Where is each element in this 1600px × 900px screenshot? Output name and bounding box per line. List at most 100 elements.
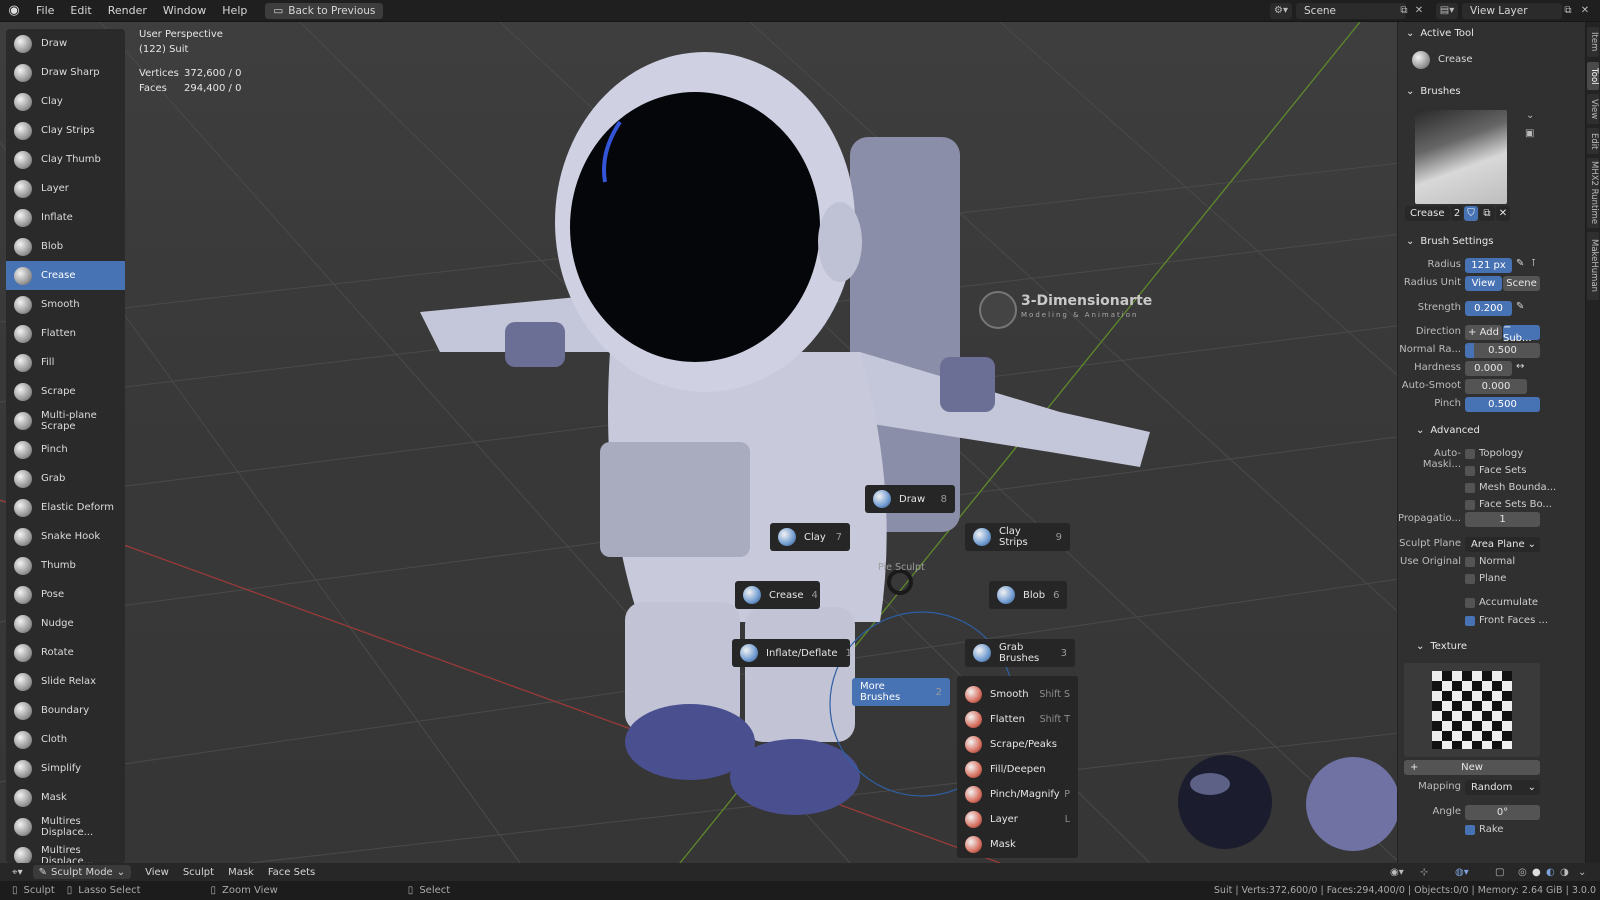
brushes-header[interactable]: ⌄ Brushes — [1398, 80, 1586, 102]
3d-viewport[interactable]: User Perspective (122) Suit Vertices 372… — [0, 22, 1585, 863]
new-scene-icon[interactable]: ⧉ — [1396, 3, 1412, 19]
shading-options-icon[interactable]: ⌄ — [1578, 867, 1586, 878]
texture-preview-frame[interactable] — [1404, 663, 1540, 757]
tool-scrape[interactable]: Scrape — [6, 377, 125, 406]
active-tool-header[interactable]: ⌄ Active Tool — [1398, 22, 1586, 44]
delete-view-layer-icon[interactable]: ✕ — [1578, 3, 1592, 19]
brush-users-count[interactable]: 2 — [1451, 206, 1463, 221]
tool-multires-displace[interactable]: Multires Displace... — [6, 812, 125, 841]
header-menu-face-sets[interactable]: Face Sets — [268, 867, 315, 878]
rendered-shading-icon[interactable]: ◑ — [1560, 867, 1569, 878]
strength-pressure-icon[interactable]: ✎ — [1516, 301, 1524, 312]
tool-layer[interactable]: Layer — [6, 174, 125, 203]
automask-topology-checkbox[interactable] — [1465, 449, 1475, 459]
blender-logo-icon[interactable]: ◉ — [0, 3, 28, 18]
header-menu-mask[interactable]: Mask — [228, 867, 254, 878]
brush-name-field[interactable]: Crease — [1405, 206, 1450, 221]
sidebar-tab-makehuman[interactable]: MakeHuman — [1587, 232, 1599, 300]
propagation-field[interactable]: 1 — [1465, 512, 1540, 527]
automask-mesh-bounda-checkbox[interactable] — [1465, 483, 1475, 493]
pie-item-blob[interactable]: Blob 6 — [989, 581, 1067, 609]
sculpt-plane-dropdown[interactable]: Area Plane ⌄ — [1465, 537, 1540, 552]
tool-clay-thumb[interactable]: Clay Thumb — [6, 145, 125, 174]
tool-multi-plane-scrape[interactable]: Multi-plane Scrape — [6, 406, 125, 435]
submenu-item-smooth[interactable]: Smooth Shift S — [957, 682, 1078, 706]
pie-item-crease[interactable]: Crease 4 — [735, 581, 820, 609]
gizmo-icon[interactable]: ⊹ — [1420, 867, 1428, 878]
pie-item-grab-brushes[interactable]: Grab Brushes 3 — [965, 639, 1075, 667]
pinch-field[interactable]: 0.500 — [1465, 397, 1540, 412]
hardness-invert-icon[interactable]: ↔ — [1516, 361, 1524, 372]
tool-thumb[interactable]: Thumb — [6, 551, 125, 580]
header-menu-sculpt[interactable]: Sculpt — [183, 867, 214, 878]
scene-type-icon[interactable]: ⚙▾ — [1270, 3, 1292, 19]
tool-pose[interactable]: Pose — [6, 580, 125, 609]
menu-file[interactable]: File — [28, 4, 62, 17]
front-faces-checkbox[interactable] — [1465, 616, 1475, 626]
menu-window[interactable]: Window — [155, 4, 214, 17]
menu-help[interactable]: Help — [214, 4, 255, 17]
tool-fill[interactable]: Fill — [6, 348, 125, 377]
new-texture-button[interactable]: + New — [1404, 760, 1540, 775]
submenu-item-mask[interactable]: Mask — [957, 832, 1078, 856]
submenu-item-pinch-magnify[interactable]: Pinch/Magnify P — [957, 782, 1078, 806]
automask-face-sets-bo-checkbox[interactable] — [1465, 500, 1475, 510]
new-view-layer-icon[interactable]: ⧉ — [1560, 3, 1576, 19]
accumulate-checkbox[interactable] — [1465, 598, 1475, 608]
hardness-field[interactable]: 0.000 — [1465, 361, 1512, 376]
tool-grab[interactable]: Grab — [6, 464, 125, 493]
menu-edit[interactable]: Edit — [62, 4, 99, 17]
automask-face-sets-checkbox[interactable] — [1465, 466, 1475, 476]
auto-smooth-field[interactable]: 0.000 — [1465, 379, 1527, 394]
editor-type-icon[interactable]: ⌖▾ — [12, 867, 23, 878]
tool-mask[interactable]: Mask — [6, 783, 125, 812]
direction-add-button[interactable]: + Add — [1465, 325, 1502, 340]
tool-clay[interactable]: Clay — [6, 87, 125, 116]
tool-rotate[interactable]: Rotate — [6, 638, 125, 667]
header-menu-view[interactable]: View — [145, 867, 169, 878]
pie-item-draw[interactable]: Draw 8 — [865, 485, 955, 513]
radius-pressure-icon[interactable]: ✎ — [1516, 258, 1524, 269]
tool-draw-sharp[interactable]: Draw Sharp — [6, 58, 125, 87]
pie-item-clay-strips[interactable]: Clay Strips 9 — [965, 523, 1070, 551]
unlink-brush-icon[interactable]: ✕ — [1496, 206, 1510, 221]
tool-elastic-deform[interactable]: Elastic Deform — [6, 493, 125, 522]
scene-field[interactable]: Scene — [1296, 3, 1406, 19]
pie-item-more-brushes[interactable]: More Brushes 2 — [852, 678, 950, 706]
tool-flatten[interactable]: Flatten — [6, 319, 125, 348]
tool-smooth[interactable]: Smooth — [6, 290, 125, 319]
view-layer-type-icon[interactable]: ▤▾ — [1436, 3, 1458, 19]
use-original-plane-checkbox[interactable] — [1465, 574, 1475, 584]
submenu-item-fill-deepen[interactable]: Fill/Deepen — [957, 757, 1078, 781]
angle-field[interactable]: 0° — [1465, 805, 1540, 820]
sidebar-tab-mhx2-runtime[interactable]: MHX2 Runtime — [1587, 158, 1599, 228]
brush-preview[interactable] — [1415, 110, 1507, 204]
pie-item-inflate-deflate[interactable]: Inflate/Deflate 1 — [732, 639, 852, 667]
tool-nudge[interactable]: Nudge — [6, 609, 125, 638]
tool-draw[interactable]: Draw — [6, 29, 125, 58]
tool-pinch[interactable]: Pinch — [6, 435, 125, 464]
tool-blob[interactable]: Blob — [6, 232, 125, 261]
xray-icon[interactable]: ▢ — [1495, 867, 1504, 878]
tool-snake-hook[interactable]: Snake Hook — [6, 522, 125, 551]
radius-unit-lock-icon[interactable]: ⊺ — [1531, 258, 1536, 269]
normal-radius-field[interactable]: 0.500 — [1465, 343, 1540, 358]
tool-cloth[interactable]: Cloth — [6, 725, 125, 754]
rake-checkbox[interactable] — [1465, 825, 1475, 835]
brush-image-icon[interactable]: ▣ — [1525, 128, 1534, 139]
brush-dropdown-icon[interactable]: ⌄ — [1526, 110, 1534, 121]
tool-boundary[interactable]: Boundary — [6, 696, 125, 725]
direction-subtract-button[interactable]: − Sub... — [1503, 322, 1540, 344]
mode-dropdown[interactable]: ✎ Sculpt Mode ⌄ — [32, 865, 132, 879]
wireframe-shading-icon[interactable]: ◎ — [1518, 867, 1527, 878]
tool-inflate[interactable]: Inflate — [6, 203, 125, 232]
sidebar-tab-tool[interactable]: Tool — [1587, 62, 1599, 90]
tool-multires-displace-2[interactable]: Multires Displace... — [6, 841, 125, 863]
delete-scene-icon[interactable]: ✕ — [1412, 3, 1426, 19]
radius-field[interactable]: 121 px — [1465, 258, 1512, 273]
overlays-icon[interactable]: ◍▾ — [1455, 867, 1469, 878]
tool-clay-strips[interactable]: Clay Strips — [6, 116, 125, 145]
pie-item-clay[interactable]: Clay 7 — [770, 523, 850, 551]
solid-shading-icon[interactable]: ● — [1532, 867, 1541, 878]
sidebar-tab-item[interactable]: Item — [1587, 27, 1599, 57]
